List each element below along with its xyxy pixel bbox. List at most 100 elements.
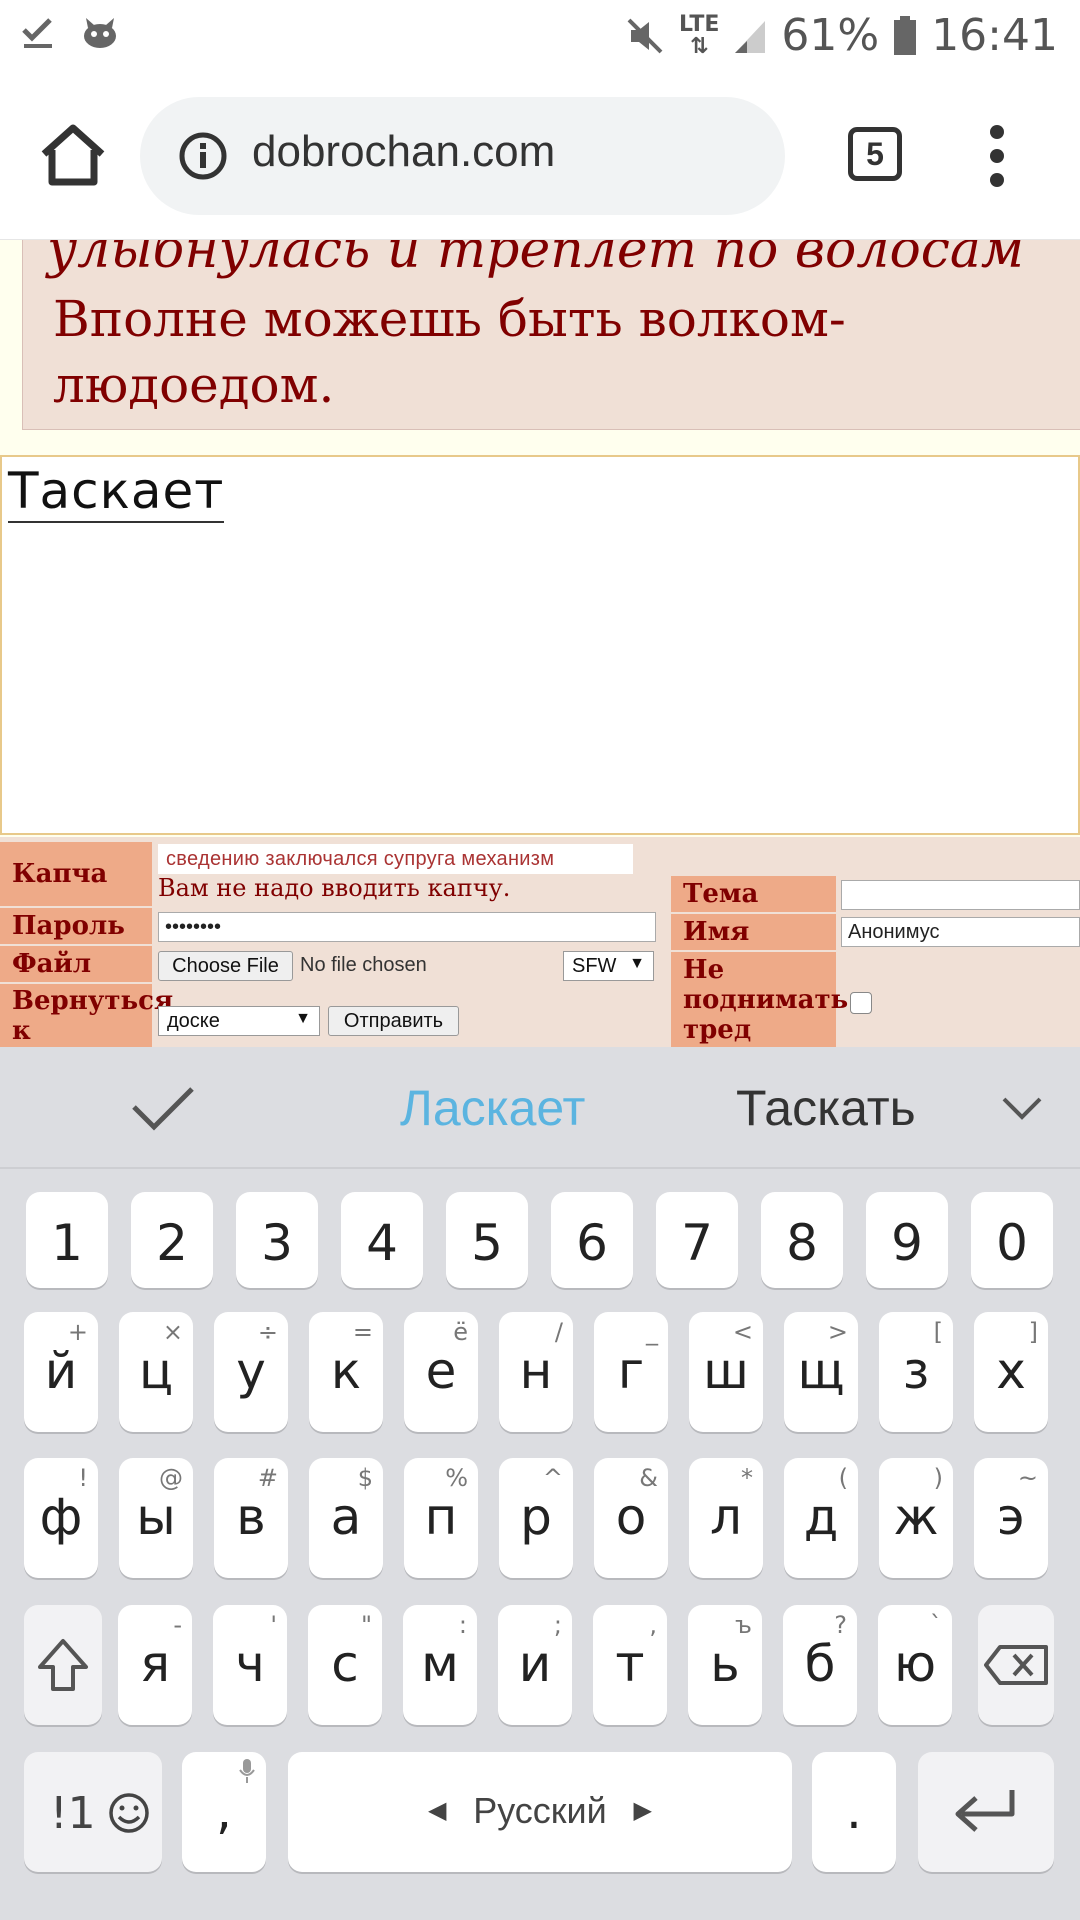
letter-key[interactable]: и; [498, 1605, 572, 1725]
subject-input[interactable] [841, 880, 1080, 910]
backspace-key[interactable] [978, 1605, 1054, 1725]
key-secondary-label: * [741, 1464, 753, 1492]
letter-key[interactable]: о & [594, 1458, 668, 1578]
letter-key[interactable]: щ > [784, 1312, 858, 1432]
letter-key[interactable]: ч ' [213, 1605, 287, 1725]
letter-key[interactable]: п% [404, 1458, 478, 1578]
info-icon[interactable] [178, 131, 228, 181]
letter-key[interactable]: с " [308, 1605, 382, 1725]
shift-icon [38, 1639, 88, 1691]
dropdown-arrow-icon: ▼ [629, 955, 645, 972]
letter-key[interactable]: э ~ [974, 1458, 1048, 1578]
letter-key[interactable]: ц × [119, 1312, 193, 1432]
letter-key[interactable]: б? [783, 1605, 857, 1725]
letter-key[interactable]: к = [309, 1312, 383, 1432]
space-label: Русский [473, 1790, 607, 1831]
number-key[interactable]: 4 [341, 1192, 423, 1288]
key-label: о [615, 1488, 647, 1546]
return-label: Вернуться к [0, 984, 173, 1047]
rating-select[interactable]: SFW ▼ [563, 951, 654, 981]
key-secondary-label: ) [933, 1464, 943, 1492]
letter-key[interactable]: а $ [309, 1458, 383, 1578]
suggestion-2[interactable]: Таскать [736, 1079, 916, 1137]
number-key[interactable]: 8 [761, 1192, 843, 1288]
letter-key[interactable]: ш < [689, 1312, 763, 1432]
key-label: р [520, 1488, 552, 1546]
letter-key[interactable]: з[ [879, 1312, 953, 1432]
enter-icon [955, 1790, 1015, 1832]
letter-key[interactable]: х] [974, 1312, 1048, 1432]
chevron-down-icon[interactable] [1002, 1095, 1042, 1121]
key-label: а [330, 1488, 362, 1546]
key-secondary-label: ^ [542, 1464, 563, 1492]
letter-key[interactable]: я- [118, 1605, 192, 1725]
name-input[interactable]: Анонимус [841, 917, 1080, 947]
number-key[interactable]: 7 [656, 1192, 738, 1288]
enter-key[interactable] [918, 1752, 1054, 1872]
key-label: ы [136, 1488, 176, 1546]
key-label: е [425, 1342, 457, 1400]
url-text: dobrochan.com [252, 127, 556, 176]
overflow-menu-icon[interactable] [982, 125, 1012, 189]
letter-key[interactable]: ж) [879, 1458, 953, 1578]
key-label: ю [893, 1635, 937, 1693]
sage-checkbox[interactable] [850, 992, 872, 1014]
key-label: з [902, 1342, 930, 1400]
number-key[interactable]: 5 [446, 1192, 528, 1288]
tab-switcher-button[interactable]: 5 [848, 127, 902, 181]
key-secondary-label: @ [159, 1464, 183, 1492]
message-textarea[interactable]: Таскает [0, 455, 1080, 835]
key-secondary-label: ] [1028, 1318, 1038, 1346]
letter-key[interactable]: л * [689, 1458, 763, 1578]
number-key[interactable]: 2 [131, 1192, 213, 1288]
number-key[interactable]: 3 [236, 1192, 318, 1288]
return-select[interactable]: доске ▼ [158, 1006, 320, 1036]
letter-key[interactable]: ьъ [688, 1605, 762, 1725]
key-label: н [519, 1342, 553, 1400]
suggestion-1[interactable]: Ласкает [400, 1079, 585, 1137]
choose-file-button[interactable]: Choose File [158, 951, 293, 981]
letter-key[interactable]: ф! [24, 1458, 98, 1578]
password-input[interactable]: •••••••• [158, 912, 656, 942]
key-label: ч [235, 1635, 265, 1693]
backspace-icon [984, 1645, 1048, 1685]
letter-key[interactable]: ю ` [878, 1605, 952, 1725]
letter-key[interactable]: ы @ [119, 1458, 193, 1578]
comma-key[interactable]: , [182, 1752, 266, 1872]
shift-key[interactable] [24, 1605, 102, 1725]
address-bar[interactable]: dobrochan.com [140, 97, 785, 215]
space-key[interactable]: ◀ Русский ▶ [288, 1752, 792, 1872]
number-key[interactable]: 9 [866, 1192, 948, 1288]
key-label: п [424, 1488, 458, 1546]
submit-button[interactable]: Отправить [328, 1006, 459, 1036]
symbols-key[interactable]: !1 [24, 1752, 162, 1872]
key-secondary-label: < [732, 1318, 753, 1346]
key-secondary-label: & [639, 1464, 658, 1492]
key-label: г [617, 1342, 645, 1400]
letter-key[interactable]: р ^ [499, 1458, 573, 1578]
key-secondary-label: [ [933, 1318, 943, 1346]
letter-key[interactable]: м: [403, 1605, 477, 1725]
key-secondary-label: : [458, 1611, 467, 1639]
letter-key[interactable]: т, [593, 1605, 667, 1725]
on-screen-keyboard: Ласкает Таскать 1 2 3 4 5 6 7 8 9 0 й + ц × у ÷ к = е ё н / г _… [0, 1047, 1080, 1920]
letter-key[interactable]: н / [499, 1312, 573, 1432]
number-key[interactable]: 6 [551, 1192, 633, 1288]
name-label: Имя [671, 914, 836, 950]
check-icon[interactable] [130, 1085, 196, 1133]
number-key[interactable]: 1 [26, 1192, 108, 1288]
number-key[interactable]: 0 [971, 1192, 1053, 1288]
key-label: 7 [681, 1214, 713, 1272]
home-icon[interactable] [38, 120, 108, 190]
letter-key[interactable]: й + [24, 1312, 98, 1432]
period-key[interactable]: . [812, 1752, 896, 1872]
key-secondary-label: # [257, 1464, 278, 1492]
letter-key[interactable]: г _ [594, 1312, 668, 1432]
key-label: к [330, 1342, 362, 1400]
letter-key[interactable]: д( [784, 1458, 858, 1578]
letter-key[interactable]: в # [214, 1458, 288, 1578]
letter-key[interactable]: у ÷ [214, 1312, 288, 1432]
key-label: э [997, 1488, 1025, 1546]
letter-key[interactable]: её [404, 1312, 478, 1432]
key-secondary-label: ~ [1017, 1464, 1038, 1492]
